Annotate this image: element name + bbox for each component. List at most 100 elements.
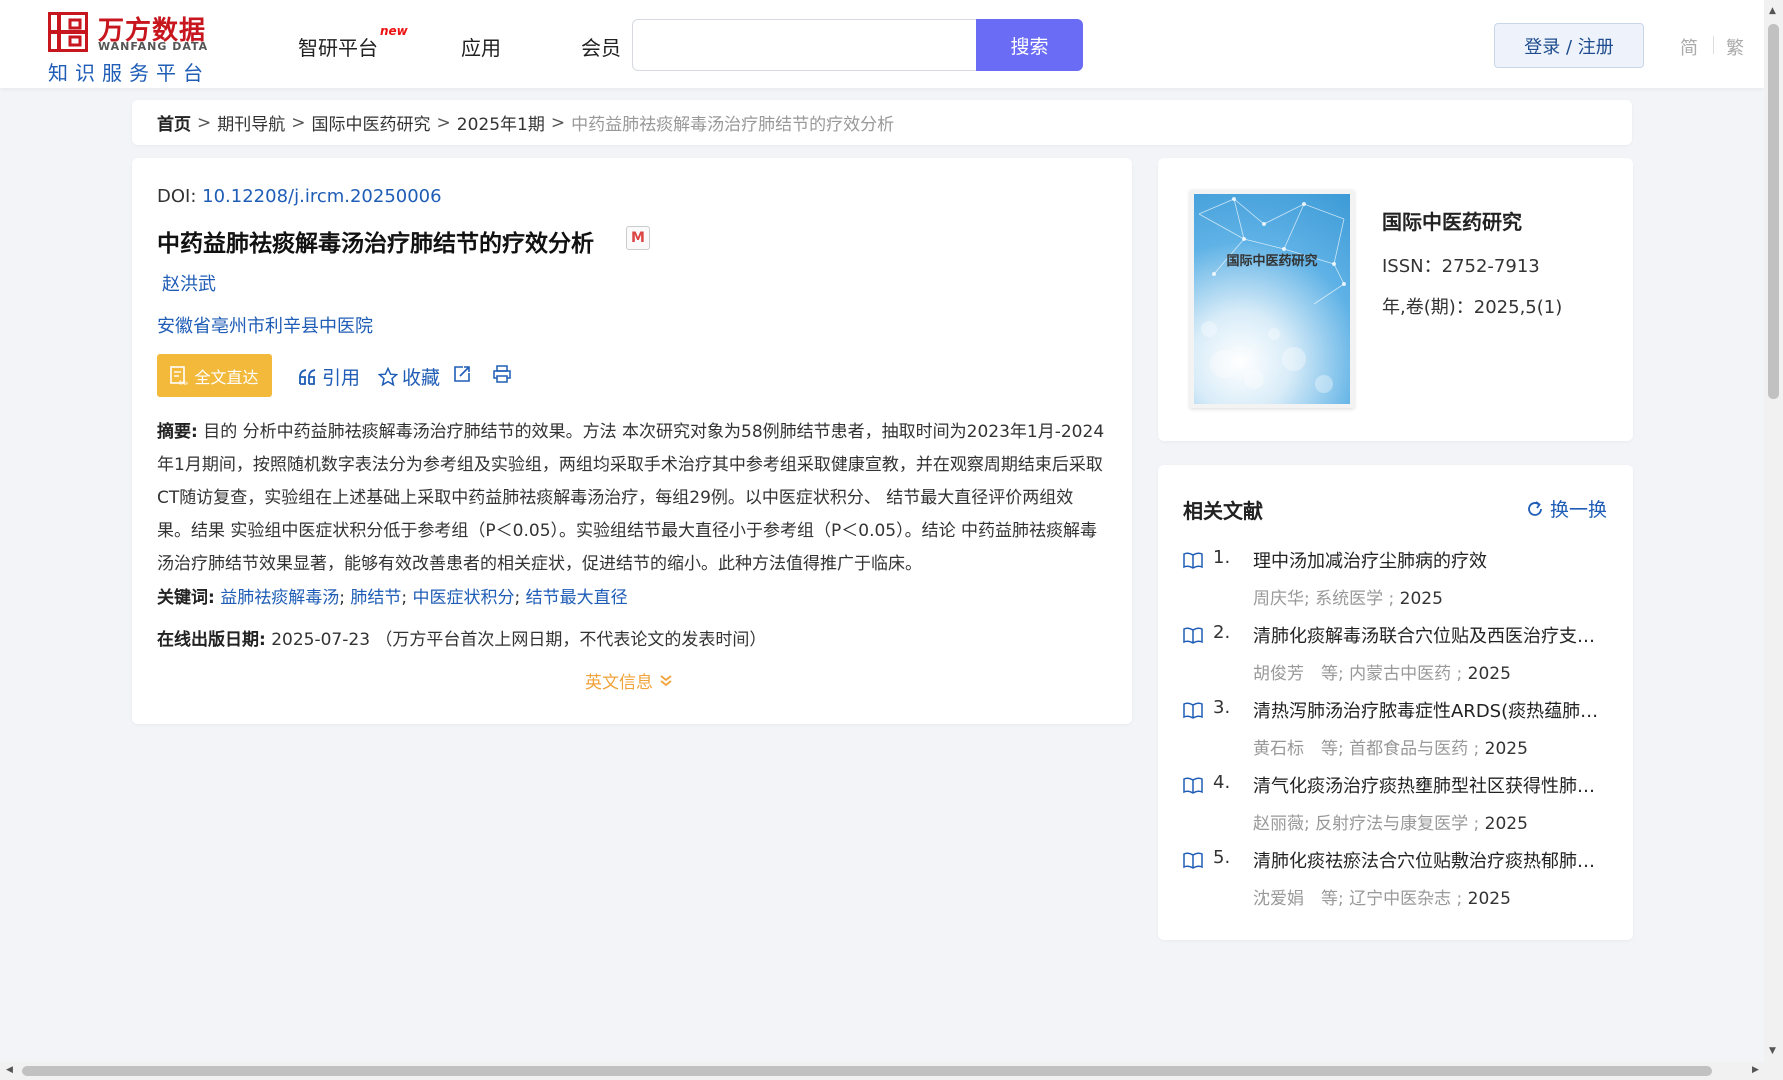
scroll-up-arrow-icon[interactable]: ▲ xyxy=(1769,6,1776,16)
journal-name[interactable]: 国际中医药研究 xyxy=(1382,206,1522,235)
related-title-link[interactable]: 清肺化痰解毒汤联合穴位贴及西医治疗支气管扩张症急性加重期的疗效 xyxy=(1253,622,1603,648)
related-title-link[interactable]: 清气化痰汤治疗痰热壅肺型社区获得性肺炎的临床效果 xyxy=(1253,772,1603,798)
keywords: 关键词: 益肺祛痰解毒汤; 肺结节; 中医症状积分; 结节最大直径 xyxy=(157,588,628,608)
lang-traditional[interactable]: 繁 xyxy=(1726,34,1744,60)
breadcrumb-current: 中药益肺祛痰解毒汤治疗肺结节的疗效分析 xyxy=(571,115,895,135)
book-icon xyxy=(1183,552,1203,569)
wanfang-logo-mark-icon xyxy=(48,12,88,52)
abstract-label: 摘要: xyxy=(157,422,198,442)
double-chevron-down-icon xyxy=(660,674,672,686)
abstract: 摘要: 目的 分析中药益肺祛痰解毒汤治疗肺结节的效果。方法 本次研究对象为58例… xyxy=(157,416,1107,581)
wanfang-logo[interactable]: 万方数据 WANFANG DATA 知识服务平台 xyxy=(48,10,218,85)
vertical-scroll-thumb[interactable] xyxy=(1768,24,1779,399)
search-input[interactable] xyxy=(632,19,977,71)
login-register-button[interactable]: 登录 / 注册 xyxy=(1494,23,1644,68)
affiliation-link[interactable]: 安徽省亳州市利辛县中医院 xyxy=(157,312,373,338)
scroll-left-arrow-icon[interactable]: ◀ xyxy=(6,1065,13,1075)
doi-label: DOI: xyxy=(157,186,197,207)
keyword-link[interactable]: 中医症状积分 xyxy=(413,588,515,608)
keywords-label: 关键词: xyxy=(157,588,215,608)
book-icon xyxy=(1183,627,1203,644)
breadcrumb: 首页 > 期刊导航 > 国际中医药研究 > 2025年1期 > 中药益肺祛痰解毒… xyxy=(132,100,1632,145)
keyword-link[interactable]: 肺结节 xyxy=(350,588,401,608)
nav-member[interactable]: 会员 xyxy=(581,32,621,61)
quote-icon xyxy=(299,368,316,385)
related-item[interactable]: 1. 理中汤加减治疗尘肺病的疗效 周庆华; 系统医学 ; 2025 xyxy=(1183,547,1613,617)
author-link[interactable]: 赵洪武 xyxy=(162,270,216,296)
fulltext-button[interactable]: free 全文直达 xyxy=(157,354,272,397)
related-source: 黄石标 等; 首都食品与医药 ; xyxy=(1253,739,1480,759)
lang-divider xyxy=(1713,36,1714,54)
favorite-label: 收藏 xyxy=(402,367,441,389)
nav-apps[interactable]: 应用 xyxy=(461,32,501,61)
related-title-link[interactable]: 清热泻肺汤治疗脓毒症性ARDS(痰热蕴肺型)的临床疗效 xyxy=(1253,697,1603,723)
share-button[interactable] xyxy=(452,364,472,384)
breadcrumb-separator: > xyxy=(291,112,306,133)
horizontal-scrollbar[interactable]: ◀ ▶ xyxy=(0,1062,1783,1080)
breadcrumb-separator: > xyxy=(436,112,451,133)
journal-card: 国际中医药研究 国际中医药研究 ISSN：2752-7913 年,卷(期)：20… xyxy=(1158,158,1633,441)
breadcrumb-separator: > xyxy=(197,112,212,133)
top-header: 万方数据 WANFANG DATA 知识服务平台 智研平台 new 应用 会员 … xyxy=(0,0,1764,88)
refresh-button[interactable]: 换一换 xyxy=(1526,495,1607,522)
related-meta: 胡俊芳 等; 内蒙古中医药 ; 2025 xyxy=(1253,659,1511,684)
related-source: 沈爱娟 等; 辽宁中医杂志 ; xyxy=(1253,889,1463,909)
related-item[interactable]: 4. 清气化痰汤治疗痰热壅肺型社区获得性肺炎的临床效果 赵丽薇; 反射疗法与康复… xyxy=(1183,772,1613,842)
related-year: 2025 xyxy=(1484,739,1528,759)
fulltext-label: 全文直达 xyxy=(194,367,259,387)
article-title: 中药益肺祛痰解毒汤治疗肺结节的疗效分析 xyxy=(157,231,594,257)
cover-title: 国际中医药研究 xyxy=(1226,254,1318,269)
journal-cover[interactable]: 国际中医药研究 xyxy=(1190,190,1354,408)
related-year: 2025 xyxy=(1467,889,1511,909)
related-year: 2025 xyxy=(1484,814,1528,834)
book-icon xyxy=(1183,777,1203,794)
related-year: 2025 xyxy=(1467,664,1511,684)
related-source: 周庆华; 系统医学 ; xyxy=(1253,589,1395,609)
breadcrumb-home[interactable]: 首页 xyxy=(157,110,191,135)
doi-line: DOI: 10.12208/j.ircm.20250006 xyxy=(157,186,442,207)
related-item[interactable]: 3. 清热泻肺汤治疗脓毒症性ARDS(痰热蕴肺型)的临床疗效 黄石标 等; 首都… xyxy=(1183,697,1613,767)
related-item[interactable]: 5. 清肺化痰祛瘀法合穴位贴敷治疗痰热郁肺证慢性阻塞性肺疾病 沈爱娟 等; 辽宁… xyxy=(1183,847,1613,917)
scroll-down-arrow-icon[interactable]: ▼ xyxy=(1769,1046,1776,1056)
article-card: DOI: 10.12208/j.ircm.20250006 中药益肺祛痰解毒汤治… xyxy=(132,158,1132,724)
pubdate-label: 在线出版日期: xyxy=(157,630,266,650)
related-title-link[interactable]: 理中汤加减治疗尘肺病的疗效 xyxy=(1253,547,1603,573)
logo-subtitle: 知识服务平台 xyxy=(48,61,210,85)
related-meta: 赵丽薇; 反射疗法与康复医学 ; 2025 xyxy=(1253,809,1528,834)
breadcrumb-journal-nav[interactable]: 期刊导航 xyxy=(217,110,285,135)
online-publish-date: 在线出版日期: 2025-07-23 （万方平台首次上网日期，不代表论文的发表时… xyxy=(157,625,766,650)
horizontal-scroll-thumb[interactable] xyxy=(22,1066,1712,1076)
cite-label: 引用 xyxy=(322,367,361,389)
related-documents-card: 相关文献 换一换 1. 理中汤加减治疗尘肺病的疗效 周庆华; 系统医学 ; 20… xyxy=(1158,465,1633,940)
breadcrumb-journal[interactable]: 国际中医药研究 xyxy=(312,110,431,135)
vertical-scrollbar[interactable]: ▲ ▼ xyxy=(1764,0,1783,1062)
related-number: 4. xyxy=(1213,772,1231,793)
pubdate-note: （万方平台首次上网日期，不代表论文的发表时间） xyxy=(375,630,767,650)
book-icon xyxy=(1183,702,1203,719)
english-info-toggle[interactable]: 英文信息 xyxy=(585,668,673,693)
english-info-label: 英文信息 xyxy=(585,673,653,693)
breadcrumb-issue[interactable]: 2025年1期 xyxy=(457,110,545,135)
related-meta: 黄石标 等; 首都食品与医药 ; 2025 xyxy=(1253,734,1528,759)
related-meta: 周庆华; 系统医学 ; 2025 xyxy=(1253,584,1443,609)
cite-button[interactable]: 引用 xyxy=(298,363,360,390)
nav-zhiyan-platform[interactable]: 智研平台 xyxy=(298,32,378,61)
search-button[interactable]: 搜索 xyxy=(976,19,1083,71)
related-year: 2025 xyxy=(1399,589,1443,609)
refresh-icon xyxy=(1528,500,1542,516)
related-number: 3. xyxy=(1213,697,1231,718)
print-button[interactable] xyxy=(492,364,512,384)
related-item[interactable]: 2. 清肺化痰解毒汤联合穴位贴及西医治疗支气管扩张症急性加重期的疗效 胡俊芳 等… xyxy=(1183,622,1613,692)
free-document-icon: free xyxy=(170,365,188,386)
related-title: 相关文献 xyxy=(1183,499,1263,523)
m-badge-icon[interactable]: M xyxy=(626,226,650,250)
related-number: 2. xyxy=(1213,622,1231,643)
favorite-button[interactable]: 收藏 xyxy=(378,363,440,390)
keyword-link[interactable]: 益肺祛痰解毒汤 xyxy=(220,588,339,608)
lang-simplified[interactable]: 简 xyxy=(1680,34,1698,60)
svg-text:free: free xyxy=(179,380,188,386)
related-title-link[interactable]: 清肺化痰祛瘀法合穴位贴敷治疗痰热郁肺证慢性阻塞性肺疾病 xyxy=(1253,847,1603,873)
doi-link[interactable]: 10.12208/j.ircm.20250006 xyxy=(202,186,441,207)
scroll-right-arrow-icon[interactable]: ▶ xyxy=(1752,1065,1759,1075)
keyword-link[interactable]: 结节最大直径 xyxy=(526,588,628,608)
